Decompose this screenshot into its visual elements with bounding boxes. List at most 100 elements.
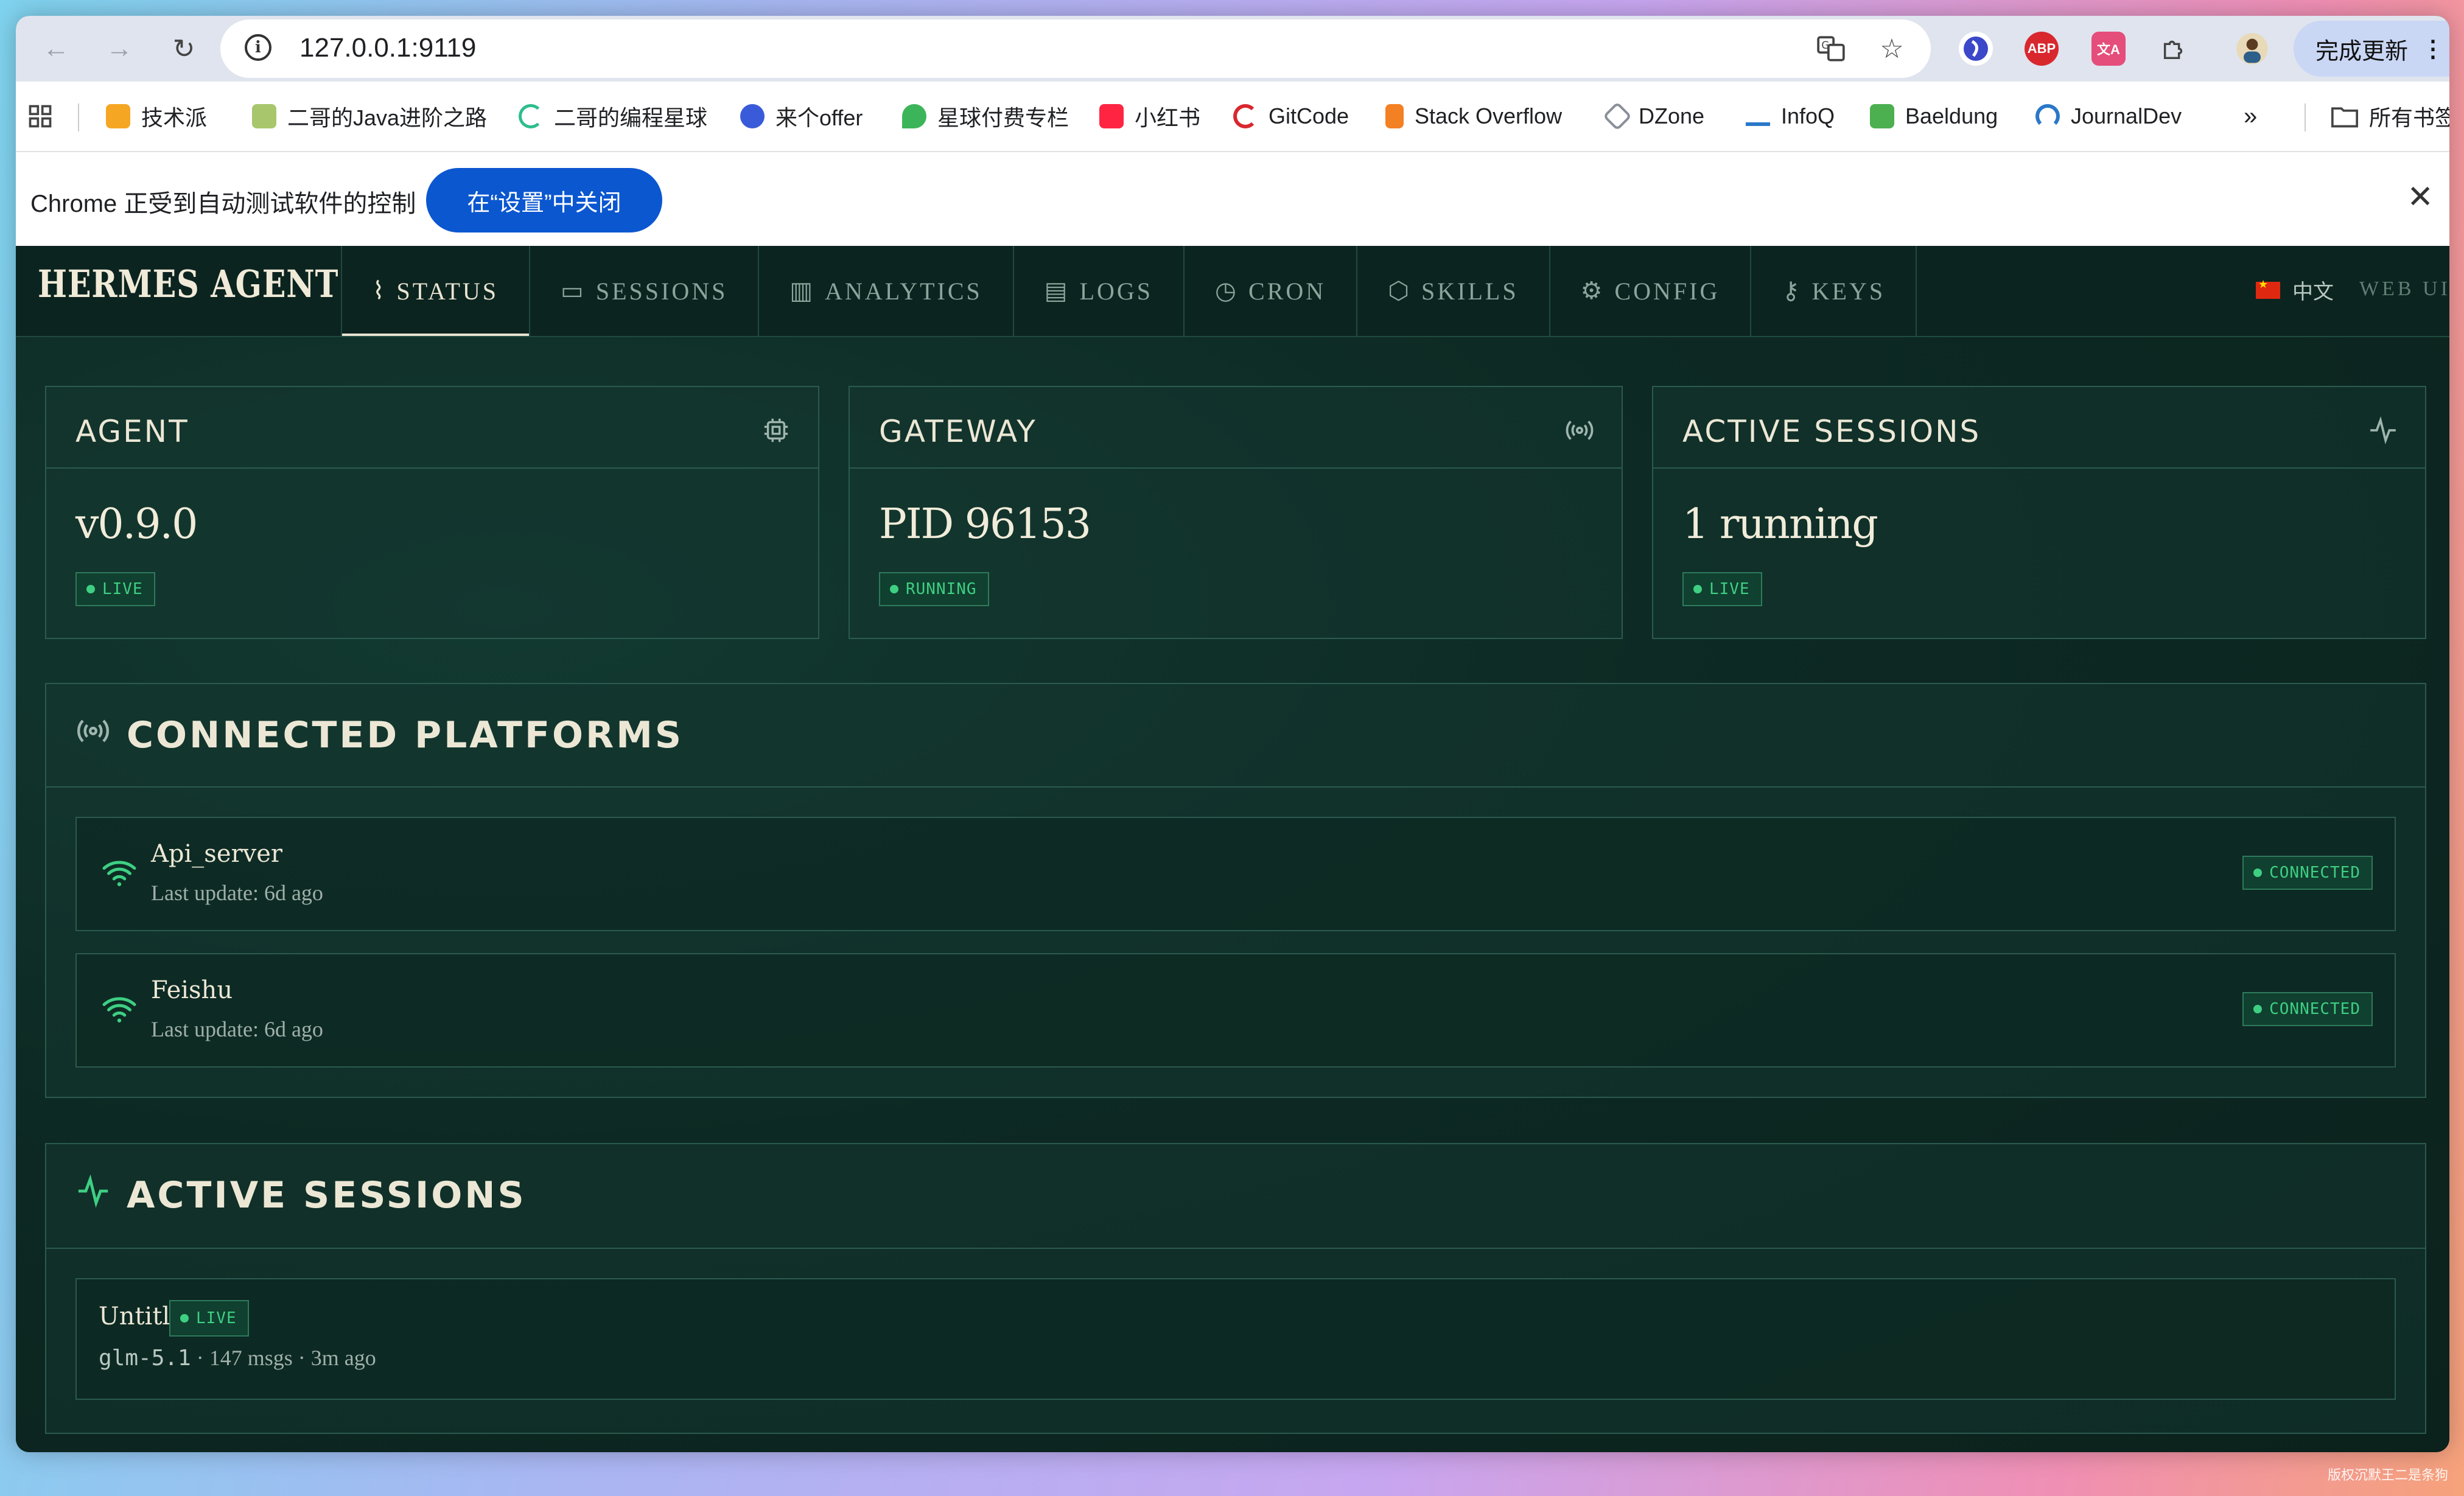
tab-analytics[interactable]: ▥ ANALYTICS (759, 246, 1014, 336)
bookmark-label: 小红书 (1135, 105, 1201, 130)
china-flag-icon (2256, 278, 2280, 299)
browser-window: ← → ↻ i 127.0.0.1:9119 G ☆ ABP 文A 完成更新 ⋮ (16, 16, 2449, 1452)
status-badge: LIVE (75, 572, 155, 606)
address-bar[interactable]: i 127.0.0.1:9119 G ☆ (220, 19, 1931, 78)
star-icon[interactable]: ☆ (1875, 32, 1909, 66)
bookmark-item[interactable]: JournalDev (2035, 100, 2182, 133)
card-header: GATEWAY (850, 387, 1622, 469)
broadcast-icon (1564, 415, 1595, 446)
profile-avatar[interactable] (2235, 32, 2269, 66)
card-header: ACTIVE SESSIONS (1653, 387, 2425, 469)
card-title: GATEWAY (879, 414, 1037, 449)
apps-grid-icon[interactable] (27, 100, 54, 133)
url-text[interactable]: 127.0.0.1:9119 (299, 33, 476, 63)
document-icon: ▤ (1044, 277, 1070, 305)
status-dot (2253, 869, 2263, 877)
bookmark-favicon (1870, 104, 1894, 128)
translate-extension-icon[interactable]: 文A (2091, 32, 2126, 66)
update-button[interactable]: 完成更新 ⋮ (2294, 21, 2449, 77)
tab-status[interactable]: ⌇ STATUS (341, 246, 531, 336)
cpu-icon (761, 415, 791, 446)
bookmark-item[interactable]: Stack Overflow (1385, 100, 1562, 133)
extensions-puzzle-icon[interactable] (2157, 32, 2191, 66)
panel-header: CONNECTED PLATFORMS (46, 684, 2425, 788)
app-header: HERMES AGENT ⌇ STATUS ▭ SESSIONS ▥ ANALY… (16, 246, 2449, 337)
agent-version: v0.9.0 (75, 500, 198, 548)
more-menu-icon[interactable]: ⋮ (2421, 35, 2445, 63)
extension-icon[interactable] (1959, 32, 1993, 66)
bookmark-item[interactable]: 二哥的编程星球 (519, 100, 707, 133)
bookmark-favicon (1746, 107, 1770, 126)
infobar-message: Chrome 正受到自动测试软件的控制 (30, 190, 416, 217)
session-model: glm-5.1 (99, 1346, 191, 1371)
badge-label: CONNECTED (2269, 1000, 2361, 1018)
badge-label: LIVE (196, 1309, 237, 1327)
watermark-text: 版权沉默王二是条狗 (2327, 1467, 2448, 1483)
back-icon[interactable]: ← (39, 32, 73, 66)
bookmark-item[interactable]: 星球付费专栏 (902, 100, 1069, 133)
wifi-icon (101, 855, 138, 891)
tab-sessions[interactable]: ▭ SESSIONS (530, 246, 760, 336)
hermes-app: HERMES AGENT ⌇ STATUS ▭ SESSIONS ▥ ANALY… (16, 246, 2449, 1452)
platform-row[interactable]: Feishu Last update: 6d ago CONNECTED (75, 953, 2396, 1068)
all-bookmarks-label: 所有书签 (2369, 105, 2449, 130)
update-button-label: 完成更新 (2315, 38, 2409, 65)
bookmark-item[interactable]: DZone (1602, 100, 1704, 133)
gateway-pid: PID 96153 (879, 500, 1091, 548)
bookmark-item[interactable]: Baeldung (1870, 100, 1998, 133)
close-icon[interactable]: ✕ (2407, 179, 2434, 215)
tab-label: SESSIONS (595, 277, 728, 305)
cube-icon: ⬡ (1388, 277, 1412, 305)
badge-label: LIVE (1709, 580, 1750, 598)
connected-badge: CONNECTED (2242, 856, 2373, 890)
tab-label: STATUS (396, 277, 499, 305)
tab-logs[interactable]: ▤ LOGS (1014, 246, 1185, 336)
tab-label: CONFIG (1614, 277, 1720, 305)
bookmark-favicon (2035, 104, 2060, 128)
bookmark-favicon (519, 104, 543, 128)
session-row[interactable]: Untitled LIVE glm-5.1 · 147 msgs · 3m ag… (75, 1278, 2396, 1400)
infobar-settings-button[interactable]: 在“设置”中关闭 (426, 168, 662, 232)
bookmark-item[interactable]: InfoQ (1746, 100, 1835, 133)
bookmarks-overflow-icon[interactable]: » (2244, 100, 2257, 133)
panel-title-text: ACTIVE SESSIONS (127, 1173, 527, 1217)
bookmark-label: InfoQ (1781, 103, 1835, 128)
session-stats: · 147 msgs · 3m ago (191, 1346, 376, 1370)
tab-label: ANALYTICS (825, 277, 982, 305)
tab-cron[interactable]: ◷ CRON (1185, 246, 1358, 336)
bookmark-item[interactable]: 二哥的Java进阶之路 (252, 100, 487, 133)
bookmark-item[interactable]: GitCode (1233, 100, 1349, 133)
tab-config[interactable]: ⚙ CONFIG (1550, 246, 1752, 336)
active-sessions-card: ACTIVE SESSIONS 1 running LIVE (1652, 386, 2426, 639)
active-sessions-panel: ACTIVE SESSIONS Untitled LIVE glm-5.1 · … (45, 1143, 2426, 1434)
bookmark-item[interactable]: 来个offer (740, 100, 863, 133)
forward-icon[interactable]: → (102, 32, 136, 66)
language-switcher[interactable]: 中文 (2256, 275, 2334, 305)
clock-icon: ◷ (1215, 277, 1239, 305)
panel-title: CONNECTED PLATFORMS (75, 713, 684, 757)
folder-icon (2331, 104, 2358, 128)
tab-label: SKILLS (1421, 277, 1519, 305)
status-badge: LIVE (1682, 572, 1762, 606)
platform-last-update: Last update: 6d ago (151, 881, 323, 905)
brand-logo[interactable]: HERMES AGENT (38, 262, 338, 306)
tab-skills[interactable]: ⬡ SKILLS (1357, 246, 1550, 336)
status-dot (1693, 585, 1702, 593)
gear-icon: ⚙ (1580, 277, 1605, 305)
adblock-icon[interactable]: ABP (2025, 32, 2059, 66)
status-dot (2253, 1005, 2263, 1013)
all-bookmarks-folder[interactable]: 所有书签 (2331, 100, 2449, 133)
bookmark-label: 二哥的Java进阶之路 (287, 105, 488, 130)
bookmark-favicon (740, 104, 765, 128)
reload-icon[interactable]: ↻ (167, 32, 201, 66)
translate-icon[interactable]: G (1814, 32, 1848, 66)
site-info-icon[interactable]: i (245, 34, 271, 61)
platform-row[interactable]: Api_server Last update: 6d ago CONNECTED (75, 817, 2396, 931)
bookmark-label: 来个offer (775, 105, 863, 130)
session-meta: glm-5.1 · 147 msgs · 3m ago (99, 1345, 376, 1371)
tab-keys[interactable]: ⚷ KEYS (1751, 246, 1917, 336)
bookmark-item[interactable]: 技术派 (106, 100, 207, 133)
bookmark-label: Baeldung (1905, 103, 1998, 128)
key-icon: ⚷ (1782, 277, 1802, 305)
bookmark-item[interactable]: 小红书 (1099, 100, 1200, 133)
